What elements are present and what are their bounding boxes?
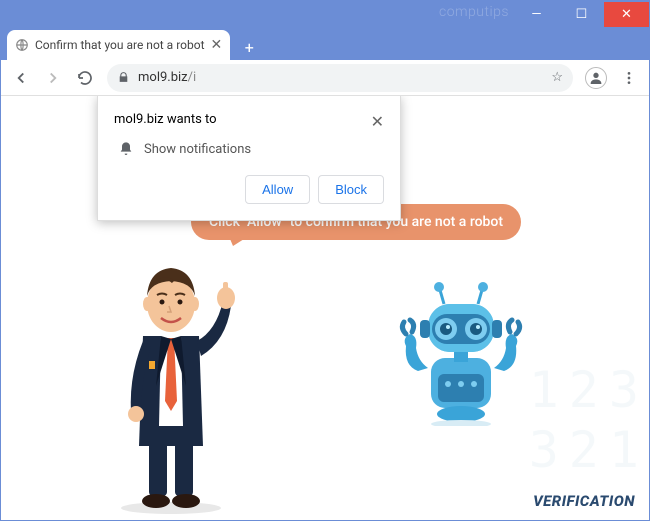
address-bar[interactable]: mol9.biz/i ☆ [107, 64, 573, 92]
businessman-illustration [101, 246, 251, 516]
url-text: mol9.biz/i [138, 70, 543, 85]
robot-illustration [396, 276, 526, 426]
lock-icon [117, 71, 130, 84]
watermark-text: computips [439, 4, 509, 20]
permission-site-text: mol9.biz wants to [114, 112, 217, 131]
background-decoration: 123321 [529, 360, 649, 480]
permission-close-icon[interactable]: ✕ [371, 112, 384, 131]
maximize-button[interactable]: ☐ [559, 2, 604, 27]
globe-icon [15, 38, 29, 52]
forward-button[interactable] [39, 64, 67, 92]
permission-label: Show notifications [144, 142, 251, 157]
profile-avatar[interactable] [585, 67, 607, 89]
minimize-button[interactable]: — [514, 2, 559, 27]
browser-tab[interactable]: Confirm that you are not a robot ✕ [7, 30, 230, 60]
page-content: 123321 mol9.biz wants to ✕ Show notifica… [1, 96, 649, 520]
tab-title: Confirm that you are not a robot [35, 38, 205, 52]
tab-close-icon[interactable]: ✕ [211, 37, 223, 53]
reload-button[interactable] [71, 64, 99, 92]
block-button[interactable]: Block [318, 175, 384, 204]
bell-icon [118, 141, 134, 157]
new-tab-button[interactable]: + [236, 34, 262, 60]
allow-button[interactable]: Allow [245, 175, 310, 204]
verification-label: VERIFICATION [533, 492, 635, 510]
menu-button[interactable] [615, 64, 643, 92]
close-window-button[interactable]: ✕ [604, 2, 649, 27]
bookmark-star-icon[interactable]: ☆ [551, 70, 563, 85]
notification-permission-dialog: mol9.biz wants to ✕ Show notifications A… [97, 96, 401, 221]
back-button[interactable] [7, 64, 35, 92]
